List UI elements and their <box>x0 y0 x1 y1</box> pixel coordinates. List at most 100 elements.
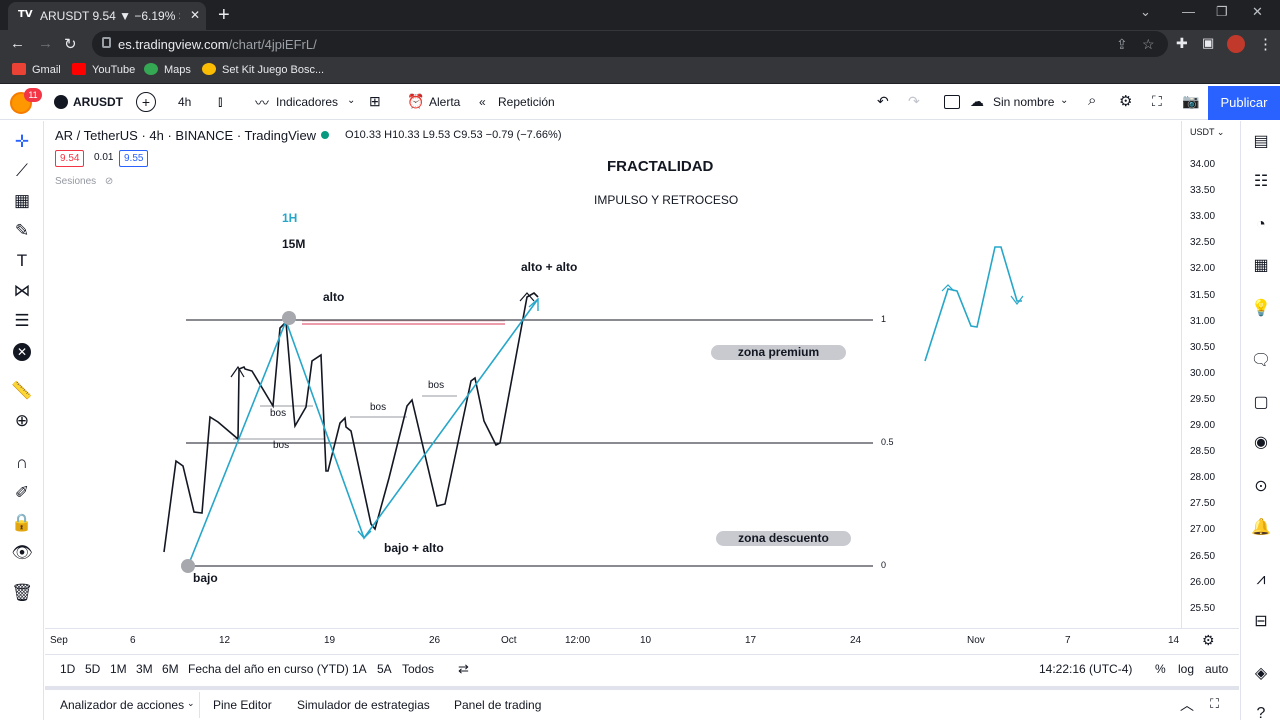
zoom-in-icon[interactable]: ⊕ <box>11 410 33 432</box>
lock-icon[interactable]: 🔒 <box>11 512 33 534</box>
chart-pattern-icon[interactable]: ⩘ <box>1250 569 1272 591</box>
layout-select-icon[interactable] <box>944 95 960 109</box>
time-axis[interactable]: Sep 6 12 19 26 Oct 12:00 10 17 24 Nov 7 14 ⚙ <box>45 628 1239 652</box>
price-axis[interactable]: USDT ⌄ 34.00 33.50 33.00 32.50 32.00 31.50 31.… <box>1181 121 1239 631</box>
watchlist-icon[interactable]: ▤ <box>1250 131 1272 153</box>
indicators-icon[interactable]: 〰 <box>255 93 269 113</box>
magnet-icon[interactable]: ∩ <box>11 452 33 474</box>
undo-icon[interactable]: ↶ <box>877 93 889 110</box>
bookmark-maps[interactable]: Maps <box>144 63 191 76</box>
auto-toggle[interactable]: auto <box>1205 662 1228 676</box>
sidepanel-icon[interactable]: ▣ <box>1202 35 1214 51</box>
bookmark-gmail[interactable]: Gmail <box>12 63 61 76</box>
tab-pine-editor[interactable]: Pine Editor <box>213 698 272 712</box>
hotlist-icon[interactable]: ◔ <box>1250 214 1272 236</box>
ruler-icon[interactable]: 📏 <box>11 380 33 402</box>
zone-premium-label[interactable]: zona premium <box>711 345 846 360</box>
chart-legend-title[interactable]: AR / TetherUS · 4h · BINANCE · TradingVi… <box>55 128 316 143</box>
ideas-lightbulb-icon[interactable]: 💡 <box>1250 298 1272 320</box>
help-icon[interactable]: ? <box>1250 703 1272 725</box>
text-icon[interactable]: T <box>11 250 33 272</box>
alert-button[interactable]: Alerta <box>429 95 460 109</box>
chevron-down-icon[interactable]: ⌄ <box>347 95 355 106</box>
bookmark-setkit[interactable]: Set Kit Juego Bosc... <box>202 63 324 76</box>
new-tab-button[interactable]: + <box>218 4 230 27</box>
camera-icon[interactable]: 📷 <box>1182 93 1199 110</box>
range-5d[interactable]: 5D <box>85 662 100 676</box>
currency-selector[interactable]: USDT ⌄ <box>1190 127 1224 138</box>
compare-add-symbol-icon[interactable]: + <box>136 92 156 112</box>
maximize-icon[interactable]: ❐ <box>1216 4 1228 20</box>
range-5a[interactable]: 5A <box>377 662 392 676</box>
crosshair-icon[interactable]: ✛ <box>11 131 33 153</box>
redo-icon[interactable]: ↷ <box>908 93 920 110</box>
chevron-down-icon[interactable]: ⌄ <box>1140 4 1151 20</box>
chat-icon[interactable]: 🗨 <box>1250 350 1272 372</box>
trash-icon[interactable]: 🗑 <box>11 582 33 604</box>
publish-button[interactable]: Publicar <box>1208 86 1280 120</box>
url-bar[interactable]: es.tradingview.com/chart/4jpiEFrL/ ⇪ ☆ <box>92 31 1168 57</box>
log-toggle[interactable]: log <box>1178 662 1194 676</box>
range-ytd[interactable]: Fecha del año en curso (YTD) <box>188 662 349 676</box>
rewind-icon[interactable]: « <box>479 95 486 109</box>
range-3m[interactable]: 3M <box>136 662 153 676</box>
maximize-panel-icon[interactable]: ⛶ <box>1210 696 1219 712</box>
broadcast-icon[interactable]: ⊙ <box>1250 476 1272 498</box>
percent-toggle[interactable]: % <box>1155 662 1166 676</box>
alerts-list-icon[interactable]: ☷ <box>1250 171 1272 193</box>
label-1h[interactable]: 1H <box>282 211 297 225</box>
back-icon[interactable]: ← <box>10 35 25 52</box>
eye-icon[interactable]: 👁 <box>11 542 33 564</box>
menu-kebab-icon[interactable]: ⋮ <box>1258 35 1273 53</box>
label-alto[interactable]: alto <box>323 290 344 304</box>
pattern-icon[interactable]: ⋈ <box>11 280 33 302</box>
label-alto-alto[interactable]: alto + alto <box>521 260 577 274</box>
layers-icon[interactable]: ◈ <box>1250 663 1272 685</box>
gear-icon[interactable]: ⚙ <box>1119 92 1132 110</box>
share-icon[interactable]: ⇪ <box>1116 36 1128 53</box>
range-1a[interactable]: 1A <box>352 662 367 676</box>
eye-off-icon[interactable]: ⊘ <box>105 176 113 187</box>
notifications-bell-icon[interactable]: 🔔 <box>1250 517 1272 539</box>
brush-icon[interactable]: ✎ <box>11 220 33 242</box>
range-1m[interactable]: 1M <box>110 662 127 676</box>
range-6m[interactable]: 6M <box>162 662 179 676</box>
streams-icon[interactable]: ◉ <box>1250 432 1272 454</box>
chevron-down-icon[interactable]: ⌄ <box>1060 95 1068 106</box>
url-text[interactable]: es.tradingview.com/chart/4jpiEFrL/ <box>118 37 317 52</box>
forecast-icon[interactable]: ☰ <box>11 310 33 332</box>
range-1d[interactable]: 1D <box>60 662 75 676</box>
goto-date-icon[interactable]: ⇄ <box>458 661 469 677</box>
trendline-icon[interactable]: ⟋ <box>11 160 33 182</box>
label-bos[interactable]: bos <box>370 402 386 413</box>
forward-icon[interactable]: → <box>38 35 53 52</box>
chart-annotation-title[interactable]: FRACTALIDAD <box>607 158 713 175</box>
interval-button[interactable]: 4h <box>178 95 191 109</box>
calendar-icon[interactable]: ▦ <box>1250 255 1272 277</box>
label-bajo[interactable]: bajo <box>193 571 218 585</box>
replay-button[interactable]: Repetición <box>498 95 555 109</box>
templates-grid-icon[interactable]: ⊞ <box>369 93 381 110</box>
label-bos[interactable]: bos <box>273 440 289 451</box>
search-icon[interactable]: ⌕ <box>1088 92 1096 109</box>
chart-pane[interactable]: AR / TetherUS · 4h · BINANCE · TradingVi… <box>45 121 1239 651</box>
label-bos[interactable]: bos <box>428 380 444 391</box>
layout-name-button[interactable]: Sin nombre <box>993 95 1054 109</box>
pencil-lock-icon[interactable]: ✐ <box>11 482 33 504</box>
messages-icon[interactable]: ▢ <box>1250 392 1272 414</box>
sessions-label[interactable]: Sesiones ⊘ <box>55 176 113 187</box>
extensions-icon[interactable]: ✚ <box>1176 35 1188 52</box>
fib-grid-icon[interactable]: ▦ <box>11 190 33 212</box>
indicators-button[interactable]: Indicadores <box>276 95 338 109</box>
tab-trading-panel[interactable]: Panel de trading <box>454 698 541 712</box>
remove-drawings-icon[interactable]: ✕ <box>11 340 33 362</box>
sell-price-box[interactable]: 9.54 <box>55 150 85 167</box>
chevron-down-icon[interactable]: ⌄ <box>187 698 195 709</box>
zone-discount-label[interactable]: zona descuento <box>716 531 851 546</box>
fullscreen-icon[interactable]: ⛶ <box>1152 93 1162 110</box>
range-todos[interactable]: Todos <box>402 662 434 676</box>
clock-time[interactable]: 14:22:16 (UTC-4) <box>1039 662 1132 676</box>
candles-icon[interactable]: ⫾ <box>218 93 222 110</box>
buy-price-box[interactable]: 9.55 <box>119 150 149 167</box>
object-tree-icon[interactable]: ⊟ <box>1250 611 1272 633</box>
